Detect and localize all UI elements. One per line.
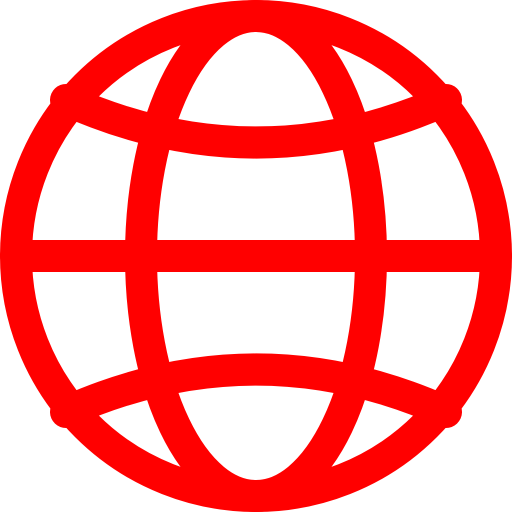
globe-lower-latitude: [50, 353, 462, 428]
globe-icon-container: [0, 0, 512, 512]
globe-upper-latitude: [50, 84, 462, 159]
globe-icon: [0, 0, 512, 512]
